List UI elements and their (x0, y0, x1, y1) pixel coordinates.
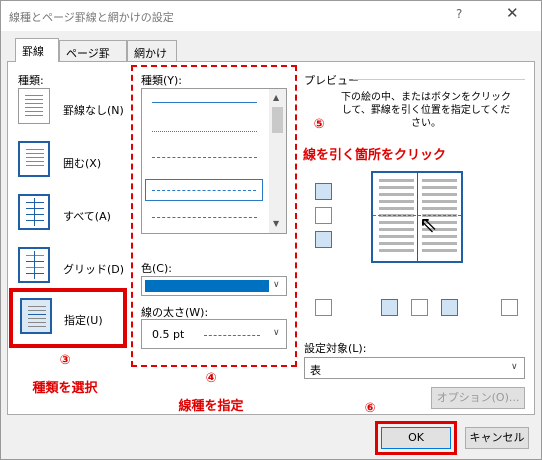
preview-rule (353, 79, 525, 80)
preview-instruction: 下の絵の中、またはボタンをクリックして、罫線を引く位置を指定してください。 (341, 92, 511, 129)
chevron-down-icon[interactable]: ∨ (511, 362, 518, 372)
diagonal-up-button[interactable] (315, 299, 332, 316)
preview-canvas[interactable]: ⇖ (371, 171, 463, 263)
help-button[interactable]: ? (456, 7, 462, 21)
scroll-up-icon[interactable]: ▲ (273, 93, 279, 102)
width-value: 0.5 pt (152, 328, 185, 341)
preset-none-icon[interactable] (18, 88, 50, 124)
scroll-down-icon[interactable]: ▼ (273, 219, 279, 228)
step3-marker: ③ (59, 353, 71, 368)
apply-to-value: 表 (310, 364, 321, 377)
title-bar: 線種とページ罫線と網かけの設定 ? ✕ (1, 1, 541, 31)
step3-text: 種類を選択 (32, 381, 98, 396)
width-label: 線の太さ(W): (141, 306, 209, 319)
preview-dashed-line (373, 215, 461, 216)
preset-custom-label[interactable]: 指定(U) (64, 312, 103, 328)
preset-all-icon[interactable] (18, 194, 50, 230)
border-left-button[interactable] (381, 299, 398, 316)
close-button[interactable]: ✕ (506, 4, 519, 22)
preset-box-label[interactable]: 囲む(X) (63, 155, 101, 171)
color-label: 色(C): (141, 262, 172, 275)
chevron-down-icon[interactable]: ∨ (273, 328, 280, 338)
cursor-arrow-icon: ⇖ (419, 213, 438, 238)
step4-marker: ④ (205, 371, 217, 386)
style-dashed-small[interactable] (152, 157, 257, 158)
border-inside-h-button[interactable] (315, 207, 332, 224)
scroll-thumb[interactable] (272, 107, 283, 133)
preset-none-label[interactable]: 罫線なし(N) (63, 102, 124, 118)
step5-text: 線を引く箇所をクリック (303, 148, 447, 163)
color-swatch (145, 280, 269, 292)
chevron-down-icon[interactable]: ∨ (273, 280, 280, 290)
step5-marker: ⑤ (313, 117, 325, 132)
options-button[interactable]: オプション(O)... (431, 387, 525, 409)
color-dropdown[interactable]: ∨ (141, 276, 287, 296)
preview-label: プレビュー (304, 74, 359, 87)
border-right-button[interactable] (441, 299, 458, 316)
dialog-window: 線種とページ罫線と網かけの設定 ? ✕ 罫線 ページ罫線 網かけ 種類: 罫線な… (0, 0, 542, 460)
ok-button[interactable]: OK (381, 427, 451, 449)
border-bottom-button[interactable] (315, 231, 332, 248)
border-top-button[interactable] (315, 183, 332, 200)
apply-to-dropdown[interactable]: 表 ∨ (304, 357, 525, 379)
dialog-title: 線種とページ罫線と網かけの設定 (9, 11, 174, 24)
tab-borders[interactable]: 罫線 (15, 38, 59, 62)
tab-shading[interactable]: 網かけ (127, 40, 177, 62)
tab-page-border[interactable]: ページ罫線 (59, 40, 127, 76)
line-style-label: 種類(Y): (141, 74, 183, 87)
preset-box-icon[interactable] (18, 141, 50, 177)
width-dropdown[interactable]: 0.5 pt ∨ (141, 319, 287, 349)
style-dotted[interactable] (152, 131, 257, 132)
apply-to-label: 設定対象(L): (304, 342, 367, 355)
width-line-sample (204, 335, 260, 336)
style-dash-dot[interactable] (152, 217, 257, 218)
preset-grid-icon[interactable] (18, 247, 50, 283)
step4-text: 線種を指定 (178, 399, 244, 414)
step6-marker: ⑥ (364, 401, 376, 416)
style-solid[interactable] (152, 102, 257, 103)
style-scrollbar[interactable]: ▲ ▼ (269, 89, 286, 233)
style-selected[interactable] (145, 179, 263, 201)
diagonal-down-button[interactable] (501, 299, 518, 316)
preset-grid-label[interactable]: グリッド(D) (63, 261, 124, 277)
cancel-button[interactable]: キャンセル (465, 427, 529, 449)
preset-all-label[interactable]: すべて(A) (63, 208, 111, 224)
preset-custom-icon[interactable] (20, 298, 52, 334)
border-inside-v-button[interactable] (411, 299, 428, 316)
line-style-list[interactable]: ▲ ▼ (141, 88, 287, 234)
setting-label: 種類: (18, 74, 44, 87)
